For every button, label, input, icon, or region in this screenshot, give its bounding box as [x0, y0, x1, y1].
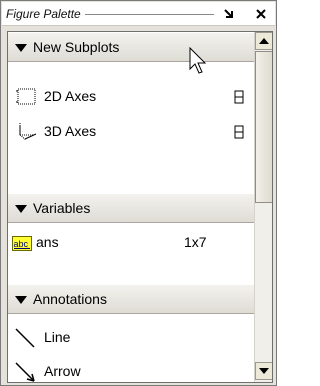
scrollbar-thumb[interactable]: [255, 51, 272, 203]
scroll-down-button[interactable]: [255, 362, 272, 380]
scroll-up-icon: [259, 38, 269, 44]
layout-grid-icon[interactable]: [234, 125, 244, 139]
svg-text:abc: abc: [14, 239, 29, 249]
section-header-annotations[interactable]: Annotations: [8, 284, 254, 314]
scroll-down-icon: [259, 368, 269, 374]
expand-triangle-icon: [15, 44, 27, 52]
list-item-line[interactable]: Line: [8, 325, 254, 351]
item-label: 2D Axes: [44, 88, 97, 104]
arrow-icon: [15, 362, 35, 382]
close-icon[interactable]: [254, 7, 268, 21]
undock-icon[interactable]: [222, 7, 236, 21]
variable-name: ans: [36, 234, 59, 250]
section-label: Annotations: [33, 291, 107, 307]
item-label: 3D Axes: [44, 123, 97, 139]
axes-2d-icon: [16, 88, 36, 105]
expand-triangle-icon: [15, 296, 27, 304]
layout-grid-icon[interactable]: [234, 90, 244, 104]
line-icon: [15, 328, 35, 348]
title-bar[interactable]: Figure Palette: [2, 2, 275, 26]
list-item-2d-axes[interactable]: 2D Axes: [8, 84, 254, 110]
item-label: Arrow: [44, 363, 81, 379]
section-header-variables[interactable]: Variables: [8, 193, 254, 223]
variable-size: 1x7: [184, 234, 207, 250]
item-label: Line: [44, 329, 71, 345]
palette-panel: New Subplots 2D Axes 3D Axes Variables a…: [7, 31, 273, 383]
list-item-arrow[interactable]: Arrow: [8, 359, 254, 382]
section-label: Variables: [33, 200, 91, 216]
list-item-3d-axes[interactable]: 3D Axes: [8, 119, 254, 145]
scroll-up-button[interactable]: [255, 32, 272, 50]
abc-variable-icon: abc: [12, 236, 32, 251]
list-item-variable-ans[interactable]: abc ans 1x7: [8, 230, 254, 256]
mouse-pointer-icon: [189, 47, 207, 74]
section-label: New Subplots: [33, 39, 120, 55]
figure-palette-window: Figure Palette New Subplots 2D Axes 3D A…: [0, 0, 277, 386]
window-title: Figure Palette: [6, 7, 85, 21]
expand-triangle-icon: [15, 205, 27, 213]
vertical-scrollbar[interactable]: [254, 32, 272, 382]
axes-3d-icon: [19, 123, 37, 141]
section-header-new-subplots[interactable]: New Subplots: [8, 32, 254, 62]
palette-content: New Subplots 2D Axes 3D Axes Variables a…: [8, 32, 254, 382]
